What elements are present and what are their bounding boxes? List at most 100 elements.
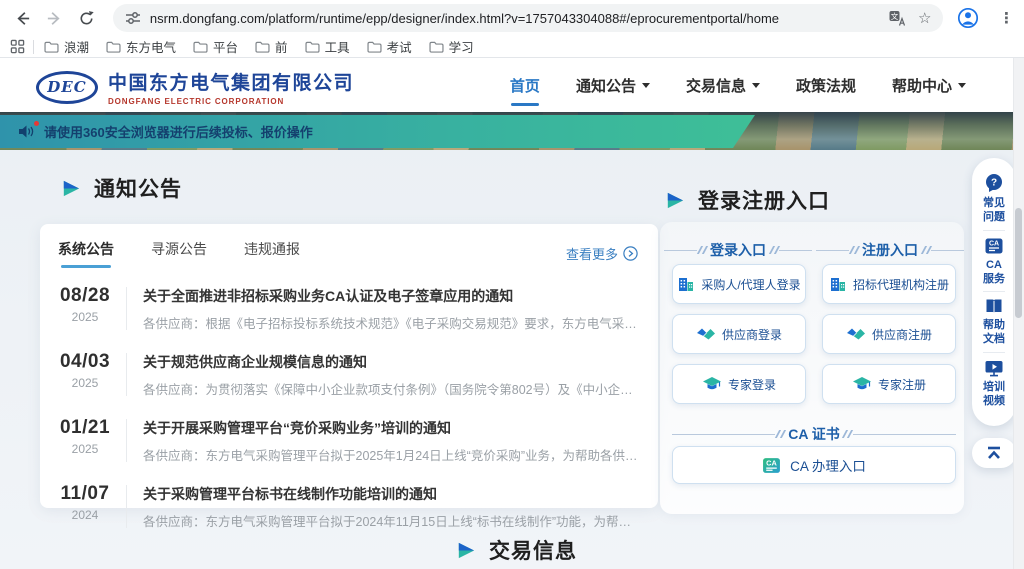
url-text[interactable]: nsrm.dongfang.com/platform/runtime/epp/d… [150,11,889,26]
graduation-cap-icon [702,376,722,392]
notice-card: 系统公告 寻源公告 违规通报 查看更多 08/282025 关于全面推进非招标采… [40,224,658,508]
button-label: 供应商注册 [872,326,932,343]
nav-label: 帮助中心 [892,75,952,96]
notice-excerpt: 各供应商：根据《电子招标投标系统技术规范》《电子采购交易规范》要求，东方电气采购… [143,313,640,332]
ca-card-icon: CA [984,237,1004,255]
button-label: 采购人/代理人登录 [701,276,800,293]
nav-item-trade[interactable]: 交易信息 [686,75,760,96]
register-column-header: 注册入口 [816,240,964,260]
notice-list-item[interactable]: 04/032025 关于规范供应商企业规模信息的通知各供应商：为贯彻落实《保障中… [56,341,640,407]
bookmarks-bar: 浪潮 东方电气 平台 前 工具 考试 学习 [0,36,1024,58]
nav-label: 交易信息 [686,75,746,96]
reload-icon[interactable] [73,5,99,31]
apps-grid-icon[interactable] [10,39,25,54]
question-icon: ? [984,173,1004,193]
bookmark-folder[interactable]: 前 [255,37,288,56]
agency-register-button[interactable]: 招标代理机构注册 [822,264,956,304]
bookmark-label: 浪潮 [64,37,89,56]
tab-sourcing-notices[interactable]: 寻源公告 [151,239,207,268]
trade-section-title: 交易信息 [455,535,577,565]
nav-item-home[interactable]: 首页 [510,75,540,96]
translate-icon[interactable]: 文 [889,10,906,26]
ca-badge-icon: CA [762,456,781,475]
notice-title[interactable]: 关于开展采购管理平台“竞价采购业务”培训的通知 [143,418,640,438]
site-settings-icon[interactable] [125,10,141,26]
notice-date: 08/282025 [56,285,114,324]
company-logo[interactable]: DEC 中国东方电气集团有限公司 DONGFANG ELECTRIC CORPO… [36,68,354,106]
divider [126,353,127,396]
button-label: 专家注册 [878,376,926,393]
register-header-label: 注册入口 [862,240,918,260]
quickbar-item-faq[interactable]: ? 常见 问题 [983,167,1005,230]
section-title-text: 登录注册入口 [698,185,830,215]
notice-title[interactable]: 关于全面推进非招标采购业务CA认证及电子签章应用的通知 [143,286,640,306]
divider [126,485,127,528]
svg-text:CA: CA [989,240,999,247]
address-bar[interactable]: nsrm.dongfang.com/platform/runtime/epp/d… [113,4,943,32]
bookmark-folder[interactable]: 平台 [193,37,238,56]
login-section-title: 登录注册入口 [664,185,830,215]
nav-label: 政策法规 [796,75,856,96]
building-icon [677,275,695,293]
button-label: CA 办理入口 [790,455,866,475]
site-header: DEC 中国东方电气集团有限公司 DONGFANG ELECTRIC CORPO… [0,58,1024,112]
bookmark-label: 平台 [213,37,238,56]
notice-date: 11/072024 [56,483,114,522]
bookmark-folder[interactable]: 工具 [305,37,350,56]
nav-item-help[interactable]: 帮助中心 [892,75,966,96]
forward-icon[interactable] [42,5,68,31]
purchaser-login-button[interactable]: 采购人/代理人登录 [672,264,806,304]
notice-tabs: 系统公告 寻源公告 违规通报 查看更多 [40,224,658,268]
bookmark-folder[interactable]: 学习 [429,37,474,56]
notice-list-item[interactable]: 11/072024 关于采购管理平台标书在线制作功能培训的通知各供应商：东方电气… [56,473,640,539]
handshake-icon [696,327,716,342]
quickbar-item-training-videos[interactable]: 培训 视频 [983,353,1005,414]
login-header-label: 登录入口 [710,240,766,260]
nav-item-policies[interactable]: 政策法规 [796,75,856,96]
quickbar-label: 帮助 文档 [983,318,1005,347]
nav-item-notices[interactable]: 通知公告 [576,75,650,96]
notice-list-item[interactable]: 01/212025 关于开展采购管理平台“竞价采购业务”培训的通知各供应商：东方… [56,407,640,473]
nav-label: 首页 [510,75,540,96]
notice-title[interactable]: 关于采购管理平台标书在线制作功能培训的通知 [143,484,640,504]
scrollbar-thumb[interactable] [1015,208,1022,318]
supplier-login-button[interactable]: 供应商登录 [672,314,806,354]
view-more-link[interactable]: 查看更多 [566,244,638,263]
bookmark-folder[interactable]: 考试 [367,37,412,56]
handshake-icon [846,327,866,342]
announcement-ribbon: 请使用360安全浏览器进行后续投标、报价操作 [0,115,755,148]
bookmark-star-icon[interactable]: ☆ [918,9,931,27]
tab-violation-reports[interactable]: 违规通报 [244,239,300,268]
quickbar-label: 培训 视频 [983,380,1005,409]
button-label: 招标代理机构注册 [853,276,949,293]
ca-apply-button[interactable]: CA CA 办理入口 [672,446,956,484]
document-icon [984,298,1004,315]
bookmark-folder[interactable]: 浪潮 [44,37,89,56]
profile-avatar-icon[interactable] [955,5,981,31]
quickbar-item-ca-service[interactable]: CA CA 服务 [983,231,1005,292]
floating-quickbar: ? 常见 问题 CA CA 服务 帮助 文档 培训 视频 [972,158,1016,426]
chevron-down-icon [958,83,966,92]
notice-list-item[interactable]: 08/282025 关于全面推进非招标采购业务CA认证及电子签章应用的通知各供应… [56,275,640,341]
chevron-down-icon [752,83,760,92]
speaker-icon [18,124,35,139]
notice-date: 01/212025 [56,417,114,456]
quickbar-item-help-docs[interactable]: 帮助 文档 [983,292,1005,352]
chrome-menu-icon[interactable]: ⋮ [999,9,1014,27]
supplier-register-button[interactable]: 供应商注册 [822,314,956,354]
expert-login-button[interactable]: 专家登录 [672,364,806,404]
collapse-quickbar-button[interactable] [972,438,1016,468]
ca-header-label: CA 证书 [788,424,840,444]
tab-system-notices[interactable]: 系统公告 [58,239,114,268]
button-label: 供应商登录 [722,326,782,343]
notice-excerpt: 各供应商：东方电气采购管理平台拟于2025年1月24日上线“竞价采购”业务，为帮… [143,445,640,464]
notice-title[interactable]: 关于规范供应商企业规模信息的通知 [143,352,640,372]
scrollbar-track[interactable] [1013,58,1024,569]
expert-register-button[interactable]: 专家注册 [822,364,956,404]
main-nav: 首页 通知公告 交易信息 政策法规 帮助中心 [510,58,966,112]
company-name-en: DONGFANG ELECTRIC CORPORATION [108,97,354,106]
bookmark-folder[interactable]: 东方电气 [106,37,176,56]
bookmark-label: 考试 [387,37,412,56]
back-icon[interactable] [10,5,36,31]
graduation-cap-icon [852,376,872,392]
